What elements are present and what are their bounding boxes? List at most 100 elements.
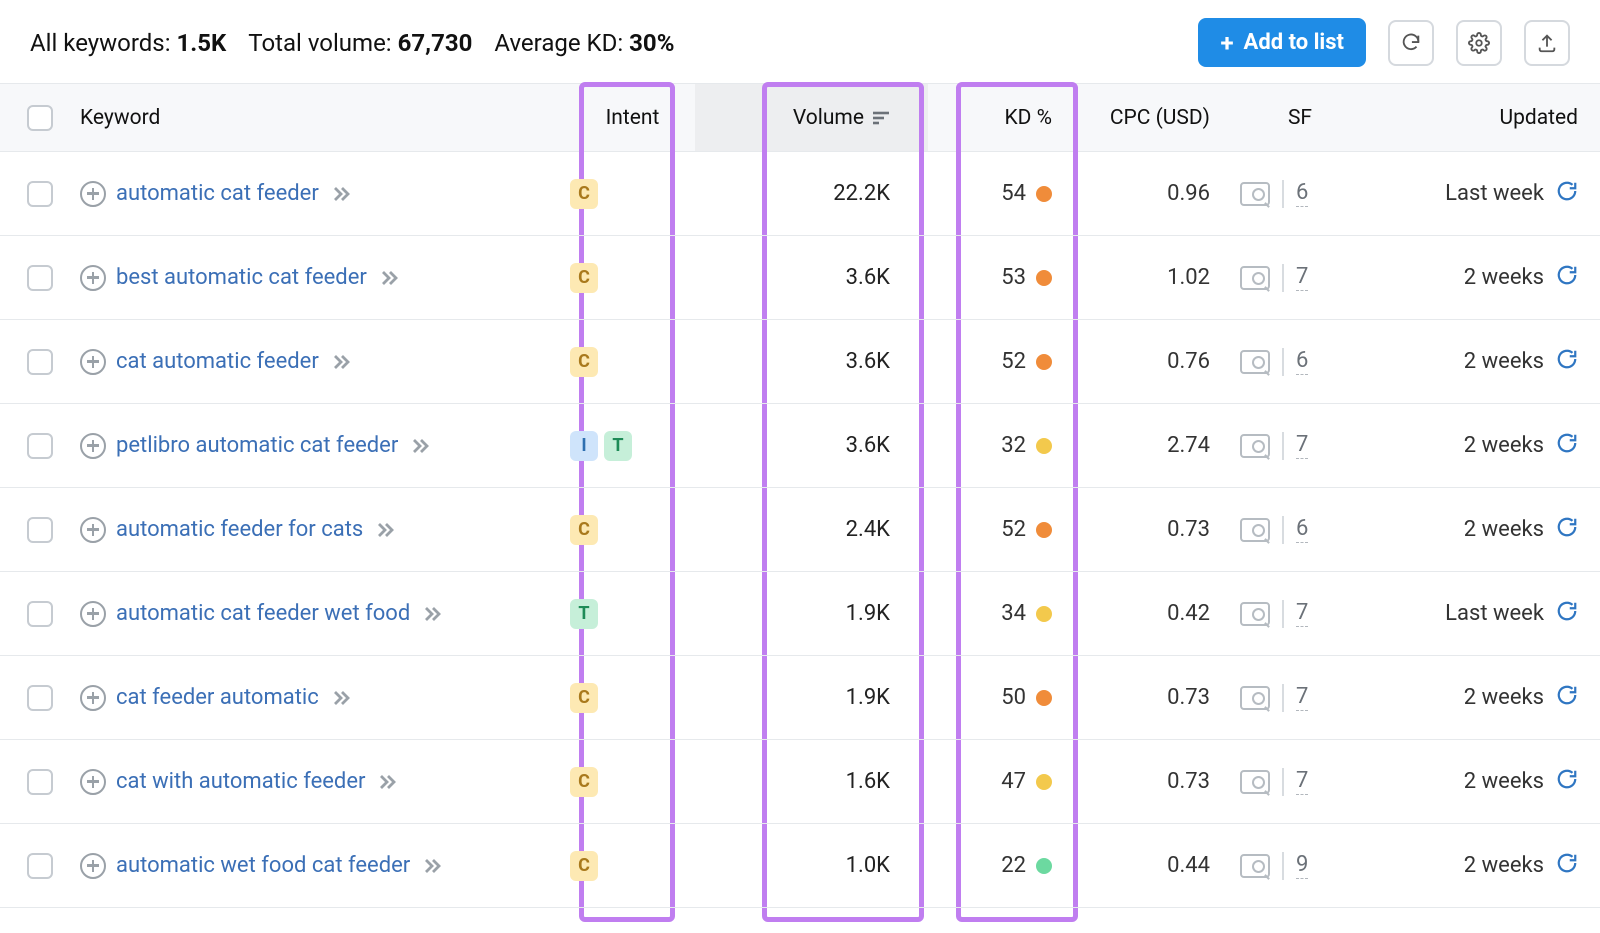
expand-row-icon[interactable] xyxy=(80,601,106,627)
sf-count[interactable]: 6 xyxy=(1296,180,1308,207)
serp-preview-icon[interactable] xyxy=(1240,686,1270,710)
open-keyword-icon[interactable] xyxy=(379,774,396,790)
open-keyword-icon[interactable] xyxy=(424,858,441,874)
sf-count[interactable]: 7 xyxy=(1296,264,1308,291)
updated-cell: 2 weeks xyxy=(1360,768,1600,796)
sf-cell: 7 xyxy=(1230,432,1360,460)
column-header-cpc[interactable]: CPC (USD) xyxy=(1070,106,1230,130)
sf-count[interactable]: 6 xyxy=(1296,516,1308,543)
sf-count[interactable]: 7 xyxy=(1296,432,1308,459)
column-header-volume[interactable]: Volume xyxy=(750,106,920,130)
refresh-icon xyxy=(1400,32,1422,54)
open-keyword-icon[interactable] xyxy=(333,690,350,706)
row-checkbox[interactable] xyxy=(27,685,53,711)
serp-preview-icon[interactable] xyxy=(1240,350,1270,374)
expand-row-icon[interactable] xyxy=(80,349,106,375)
intent-badge-c: C xyxy=(570,767,598,797)
keyword-link[interactable]: automatic feeder for cats xyxy=(116,517,363,542)
average-kd-stat: Average KD: 30% xyxy=(494,29,674,57)
updated-cell: Last week xyxy=(1360,600,1600,628)
column-header-keyword[interactable]: Keyword xyxy=(80,106,570,130)
row-checkbox[interactable] xyxy=(27,853,53,879)
refresh-row-button[interactable] xyxy=(1556,180,1578,208)
intent-cell: T xyxy=(570,599,695,629)
row-checkbox[interactable] xyxy=(27,349,53,375)
row-checkbox[interactable] xyxy=(27,517,53,543)
expand-row-icon[interactable] xyxy=(80,769,106,795)
column-header-sf[interactable]: SF xyxy=(1230,106,1360,130)
column-header-kd[interactable]: KD % xyxy=(920,106,1070,130)
expand-row-icon[interactable] xyxy=(80,181,106,207)
serp-preview-icon[interactable] xyxy=(1240,770,1270,794)
keyword-link[interactable]: best automatic cat feeder xyxy=(116,265,367,290)
sf-count[interactable]: 7 xyxy=(1296,684,1308,711)
keyword-link[interactable]: automatic cat feeder wet food xyxy=(116,601,410,626)
intent-cell: IT xyxy=(570,431,695,461)
serp-preview-icon[interactable] xyxy=(1240,266,1270,290)
sf-count[interactable]: 6 xyxy=(1296,348,1308,375)
refresh-row-button[interactable] xyxy=(1556,432,1578,460)
refresh-row-button[interactable] xyxy=(1556,768,1578,796)
kd-indicator-dot xyxy=(1036,606,1052,622)
keyword-link[interactable]: automatic wet food cat feeder xyxy=(116,853,410,878)
average-kd-label: Average KD: xyxy=(494,29,623,57)
refresh-row-button[interactable] xyxy=(1556,600,1578,628)
keyword-link[interactable]: cat feeder automatic xyxy=(116,685,319,710)
cpc-cell: 0.44 xyxy=(1070,853,1230,878)
intent-badge-c: C xyxy=(570,683,598,713)
add-to-list-button[interactable]: + Add to list xyxy=(1198,18,1366,67)
refresh-row-button[interactable] xyxy=(1556,348,1578,376)
expand-row-icon[interactable] xyxy=(80,853,106,879)
refresh-row-button[interactable] xyxy=(1556,516,1578,544)
expand-row-icon[interactable] xyxy=(80,433,106,459)
open-keyword-icon[interactable] xyxy=(424,606,441,622)
table-row: automatic cat feeder C 22.2K 54 0.96 6 L… xyxy=(0,152,1600,236)
serp-preview-icon[interactable] xyxy=(1240,434,1270,458)
sf-cell: 6 xyxy=(1230,180,1360,208)
expand-row-icon[interactable] xyxy=(80,265,106,291)
row-checkbox[interactable] xyxy=(27,769,53,795)
row-checkbox[interactable] xyxy=(27,265,53,291)
open-keyword-icon[interactable] xyxy=(377,522,394,538)
row-checkbox[interactable] xyxy=(27,433,53,459)
sf-count[interactable]: 7 xyxy=(1296,768,1308,795)
updated-cell: 2 weeks xyxy=(1360,348,1600,376)
expand-row-icon[interactable] xyxy=(80,517,106,543)
updated-cell: 2 weeks xyxy=(1360,264,1600,292)
refresh-row-button[interactable] xyxy=(1556,264,1578,292)
intent-cell: C xyxy=(570,515,695,545)
keyword-link[interactable]: cat automatic feeder xyxy=(116,349,319,374)
select-all-checkbox[interactable] xyxy=(27,105,53,131)
serp-preview-icon[interactable] xyxy=(1240,602,1270,626)
column-header-intent[interactable]: Intent xyxy=(570,106,695,130)
keyword-link[interactable]: petlibro automatic cat feeder xyxy=(116,433,398,458)
volume-cell: 3.6K xyxy=(750,433,920,458)
column-header-updated[interactable]: Updated xyxy=(1360,106,1600,130)
total-volume-stat: Total volume: 67,730 xyxy=(248,29,472,57)
open-keyword-icon[interactable] xyxy=(381,270,398,286)
table-header: Keyword Intent Volume KD % CPC (USD) SF … xyxy=(0,84,1600,152)
serp-preview-icon[interactable] xyxy=(1240,182,1270,206)
volume-cell: 2.4K xyxy=(750,517,920,542)
serp-preview-icon[interactable] xyxy=(1240,854,1270,878)
row-checkbox[interactable] xyxy=(27,181,53,207)
serp-preview-icon[interactable] xyxy=(1240,518,1270,542)
expand-row-icon[interactable] xyxy=(80,685,106,711)
keyword-link[interactable]: cat with automatic feeder xyxy=(116,769,365,794)
settings-button[interactable] xyxy=(1456,20,1502,66)
row-checkbox[interactable] xyxy=(27,601,53,627)
table-row: cat feeder automatic C 1.9K 50 0.73 7 2 … xyxy=(0,656,1600,740)
kd-indicator-dot xyxy=(1036,690,1052,706)
keyword-link[interactable]: automatic cat feeder xyxy=(116,181,319,206)
sf-count[interactable]: 9 xyxy=(1296,852,1308,879)
open-keyword-icon[interactable] xyxy=(333,354,350,370)
refresh-row-button[interactable] xyxy=(1556,684,1578,712)
open-keyword-icon[interactable] xyxy=(333,186,350,202)
cpc-cell: 0.73 xyxy=(1070,517,1230,542)
refresh-all-button[interactable] xyxy=(1388,20,1434,66)
export-button[interactable] xyxy=(1524,20,1570,66)
sf-cell: 7 xyxy=(1230,264,1360,292)
refresh-row-button[interactable] xyxy=(1556,852,1578,880)
sf-count[interactable]: 7 xyxy=(1296,600,1308,627)
open-keyword-icon[interactable] xyxy=(412,438,429,454)
